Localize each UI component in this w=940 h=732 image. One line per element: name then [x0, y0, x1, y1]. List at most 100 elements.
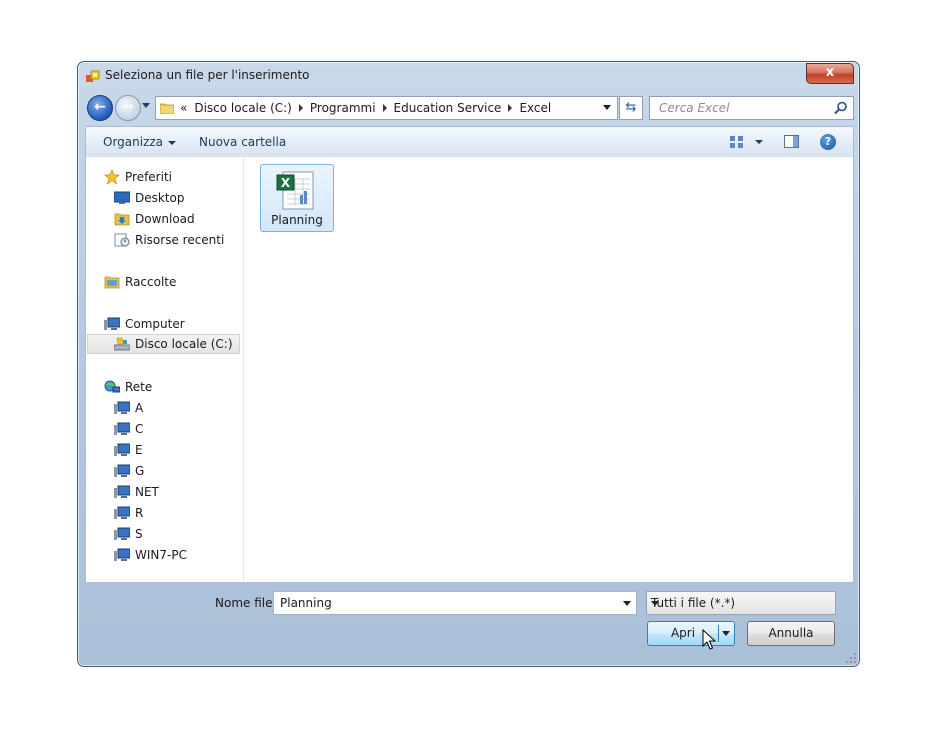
command-toolbar: Organizza Nuova cartella ?	[85, 126, 854, 158]
sidebar-item-network-computer[interactable]: S	[114, 524, 143, 544]
download-folder-icon	[114, 213, 130, 226]
forward-button[interactable]: →	[115, 95, 141, 121]
open-options-chevron-icon[interactable]	[722, 631, 730, 636]
filetype-value: Tutti i file (*.*)	[651, 596, 736, 610]
sidebar-item-label: Raccolte	[125, 275, 177, 289]
filetype-dropdown-icon[interactable]	[651, 601, 659, 606]
sidebar-item-label: WIN7-PC	[135, 548, 187, 562]
close-button[interactable]: x	[806, 63, 854, 84]
network-computer-icon	[114, 527, 130, 540]
local-disk-icon	[114, 337, 130, 351]
cancel-button[interactable]: Annulla	[747, 621, 835, 646]
sidebar-item-label: A	[135, 401, 144, 415]
sidebar-item-computer[interactable]: Computer	[104, 314, 185, 334]
network-computer-icon	[114, 443, 130, 456]
back-button[interactable]: ←	[87, 95, 113, 121]
sidebar-item-network-computer[interactable]: C	[114, 419, 143, 439]
sidebar-item-network-computer[interactable]: G	[114, 461, 144, 481]
sidebar-item-label: E	[135, 443, 143, 457]
sidebar-item-label: Disco locale (C:)	[135, 337, 233, 351]
network-computer-icon	[114, 401, 130, 414]
excel-file-icon: X	[276, 171, 314, 210]
sidebar-item-label: Download	[135, 212, 195, 226]
window-title: Seleziona un file per l'inserimento	[105, 68, 310, 82]
sidebar-item-favorites[interactable]: Preferiti	[104, 167, 172, 187]
change-view-icon[interactable]	[730, 136, 744, 148]
resize-grip-icon[interactable]	[846, 653, 856, 663]
network-computer-icon	[114, 485, 130, 498]
breadcrumb-overflow[interactable]: «	[180, 101, 187, 115]
breadcrumb-item[interactable]: Disco locale (C:)	[194, 101, 292, 115]
preview-pane-icon[interactable]	[784, 135, 799, 148]
filetype-select[interactable]: Tutti i file (*.*)	[646, 591, 836, 615]
sidebar-item-label: Computer	[125, 317, 185, 331]
filename-input[interactable]	[278, 595, 612, 611]
breadcrumb-item[interactable]: Education Service	[394, 101, 502, 115]
folder-icon	[160, 103, 174, 114]
mouse-pointer-icon	[702, 629, 716, 650]
sidebar-item-label: Preferiti	[125, 170, 172, 184]
refresh-icon: ⇆	[625, 100, 637, 115]
network-icon	[104, 380, 120, 393]
forward-arrow-icon: →	[122, 99, 134, 115]
organize-label: Organizza	[103, 135, 164, 149]
breadcrumb-separator-icon[interactable]	[382, 104, 387, 112]
sidebar-item-desktop[interactable]: Desktop	[114, 188, 185, 208]
sidebar-item-network-computer[interactable]: NET	[114, 482, 159, 502]
recent-places-icon	[114, 233, 130, 247]
sidebar-item-download[interactable]: Download	[114, 209, 195, 229]
sidebar-item-label: Desktop	[135, 191, 185, 205]
svg-text:X: X	[281, 176, 291, 190]
search-input[interactable]	[657, 100, 831, 116]
organize-menu-button[interactable]: Organizza	[103, 135, 177, 149]
new-folder-button[interactable]: Nuova cartella	[199, 135, 286, 149]
help-icon[interactable]: ?	[820, 134, 836, 150]
file-list-pane[interactable]: X Planning	[244, 157, 853, 582]
sidebar-item-recent[interactable]: Risorse recenti	[114, 230, 224, 250]
chevron-down-icon	[168, 140, 177, 145]
sidebar-item-label: S	[135, 527, 143, 541]
star-icon	[104, 170, 120, 184]
open-button[interactable]: Apri	[647, 621, 735, 646]
breadcrumb-separator-icon[interactable]	[508, 104, 513, 112]
sidebar-item-label: Risorse recenti	[135, 233, 225, 247]
view-options-chevron-icon[interactable]	[755, 140, 763, 144]
sidebar-item-label: C	[135, 422, 144, 436]
computer-icon	[104, 317, 120, 330]
navigation-pane: Preferiti Desktop Download Risorse recen…	[86, 157, 244, 582]
sidebar-item-label: G	[135, 464, 145, 478]
sidebar-item-label: R	[135, 506, 144, 520]
sidebar-item-network-computer[interactable]: R	[114, 503, 143, 523]
sidebar-item-network-computer[interactable]: E	[114, 440, 143, 460]
content-area: Preferiti Desktop Download Risorse recen…	[85, 157, 854, 583]
network-computer-icon	[114, 422, 130, 435]
sidebar-item-libraries[interactable]: Raccolte	[104, 272, 176, 292]
breadcrumb-item[interactable]: Excel	[519, 101, 551, 115]
search-icon[interactable]	[834, 101, 848, 115]
breadcrumb-item[interactable]: Programmi	[310, 101, 376, 115]
refresh-button[interactable]: ⇆	[619, 96, 643, 120]
breadcrumb-separator-icon[interactable]	[298, 104, 303, 112]
back-arrow-icon: ←	[94, 99, 106, 115]
title-bar[interactable]: Seleziona un file per l'inserimento x	[78, 62, 859, 90]
sidebar-item-local-disk[interactable]: Disco locale (C:)	[87, 334, 240, 354]
filename-dropdown-icon[interactable]	[623, 601, 631, 606]
sidebar-item-label: Rete	[125, 380, 153, 394]
address-bar[interactable]: « Disco locale (C:) Programmi Education …	[155, 96, 618, 120]
sidebar-item-label: NET	[135, 485, 159, 499]
sidebar-item-network-computer[interactable]: A	[114, 398, 143, 418]
search-box[interactable]	[649, 96, 854, 120]
split-divider	[718, 625, 719, 642]
address-dropdown-icon[interactable]	[603, 105, 611, 110]
network-computer-icon	[114, 548, 130, 561]
sidebar-item-network[interactable]: Rete	[104, 377, 152, 397]
filename-combobox[interactable]	[273, 591, 637, 615]
filename-label: Nome file:	[215, 596, 277, 610]
file-open-dialog: Seleziona un file per l'inserimento x ← …	[77, 61, 860, 667]
sidebar-item-network-computer[interactable]: WIN7-PC	[114, 545, 187, 565]
file-item[interactable]: X Planning	[260, 164, 334, 232]
file-name: Planning	[271, 213, 323, 227]
app-icon	[86, 70, 100, 82]
desktop-icon	[114, 191, 130, 204]
recent-pages-dropdown-icon[interactable]	[142, 103, 150, 108]
